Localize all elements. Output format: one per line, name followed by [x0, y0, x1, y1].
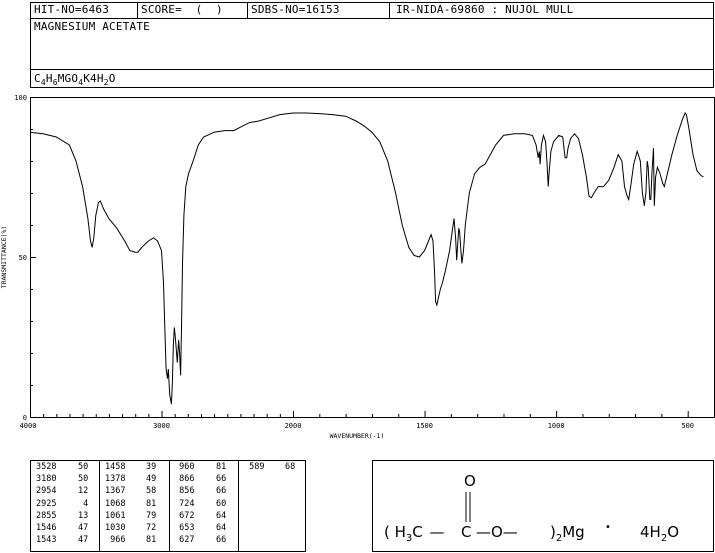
spectrum-line: [29, 112, 704, 405]
peak-wavenumber: 1543: [36, 535, 57, 546]
peak-wavenumber: 653: [174, 523, 195, 533]
x-axis-label: WAVENUMBER(-1): [330, 432, 385, 440]
x-tick-label: 500: [681, 422, 694, 430]
carbonyl-oxygen: O: [464, 472, 476, 490]
peak-wavenumber: 1367: [105, 486, 126, 497]
peak-transmittance: 79: [146, 510, 157, 521]
spectrum-header: HIT-NO=6463 SCORE= ( ) SDBS-NO=16153 IR-…: [30, 2, 714, 88]
peak-wavenumber: 866: [174, 474, 195, 485]
x-tick-label: 4000: [20, 422, 37, 430]
structure-diagram: O ( H3C — C —O— )2Mg • 4H2O: [372, 460, 714, 552]
peak-transmittance: 81: [146, 535, 157, 546]
peak-wavenumber: 966: [105, 535, 126, 546]
peak-wavenumber: 960: [174, 462, 195, 472]
peak-table-frame: [30, 460, 306, 552]
x-tick-label: 1500: [416, 422, 433, 430]
y-axis-label: TRANSMITTANCE(%): [0, 226, 8, 289]
peak-transmittance: 12: [78, 486, 89, 497]
peak-transmittance: 58: [146, 486, 157, 497]
sdbs-number: SDBS-NO=16153: [251, 3, 340, 16]
structure-carboxyl-carbon: C: [461, 523, 472, 541]
ir-nida-id: IR-NIDA-69860 : NUJOL MULL: [396, 3, 574, 16]
plot-frame: [30, 97, 715, 418]
peak-transmittance: 66: [216, 486, 227, 497]
peak-transmittance: 47: [78, 523, 89, 533]
peak-transmittance: 68: [285, 462, 296, 472]
peak-transmittance: 64: [216, 510, 227, 521]
peak-wavenumber: 2954: [36, 486, 57, 497]
peak-wavenumber: 1061: [105, 510, 126, 521]
peak-transmittance: 47: [78, 535, 89, 546]
molecular-formula: C4H6MGO4K4H2O: [34, 72, 116, 88]
peak-wavenumber: 1378: [105, 474, 126, 485]
structure-mg: )2Mg: [550, 523, 585, 544]
structure-ester-oxygen: —O—: [476, 523, 518, 541]
peak-transmittance: 39: [146, 462, 157, 472]
x-tick-label: 1000: [548, 422, 565, 430]
peak-wavenumber: 3180: [36, 474, 57, 485]
peak-transmittance: 4: [78, 498, 89, 509]
x-tick-label: 2000: [285, 422, 302, 430]
peak-wavenumber: 1546: [36, 523, 57, 533]
peak-transmittance: 81: [216, 462, 227, 472]
y-tick-label: 100: [14, 94, 27, 102]
x-tick-label: 3000: [153, 422, 170, 430]
y-tick-label: 50: [19, 254, 27, 262]
compound-name: MAGNESIUM ACETATE: [34, 20, 150, 33]
peak-wavenumber: 3528: [36, 462, 57, 472]
y-tick-label: 0: [23, 414, 27, 422]
peak-transmittance: 50: [78, 474, 89, 485]
chart-ticks: 4000 3000 2000 1500 1000 500 0 50 100: [14, 94, 715, 430]
peak-wavenumber: 1458: [105, 462, 126, 472]
hydrate-water: 4H2O: [640, 523, 680, 544]
peak-wavenumber: 589: [244, 462, 265, 472]
hit-number: HIT-NO=6463: [34, 3, 110, 16]
score: SCORE= ( ): [141, 3, 223, 16]
header-frame: [30, 2, 714, 88]
peak-wavenumber: 627: [174, 535, 195, 546]
peak-transmittance: 50: [78, 462, 89, 472]
peak-wavenumber: 1030: [105, 523, 126, 533]
peak-transmittance: 60: [216, 498, 227, 509]
chart-axes: [30, 97, 715, 418]
hydrate-dot: •: [605, 522, 611, 533]
structure-methyl: ( H3C —: [384, 523, 454, 544]
peak-wavenumber: 1068: [105, 498, 126, 509]
peak-transmittance: 64: [216, 523, 227, 533]
peak-wavenumber: 724: [174, 498, 195, 509]
peak-transmittance: 49: [146, 474, 157, 485]
peak-wavenumber: 672: [174, 510, 195, 521]
peak-transmittance: 72: [146, 523, 157, 533]
peak-wavenumber: 2855: [36, 510, 57, 521]
peak-transmittance: 66: [216, 474, 227, 485]
peak-wavenumber: 856: [174, 486, 195, 497]
peak-wavenumber: 2925: [36, 498, 57, 509]
peak-transmittance: 13: [78, 510, 89, 521]
peak-transmittance: 66: [216, 535, 227, 546]
ir-spectrum-chart: 4000 3000 2000 1500 1000 500 0 50 100 WAVENUMBER…: [0, 94, 715, 440]
peak-transmittance: 81: [146, 498, 157, 509]
